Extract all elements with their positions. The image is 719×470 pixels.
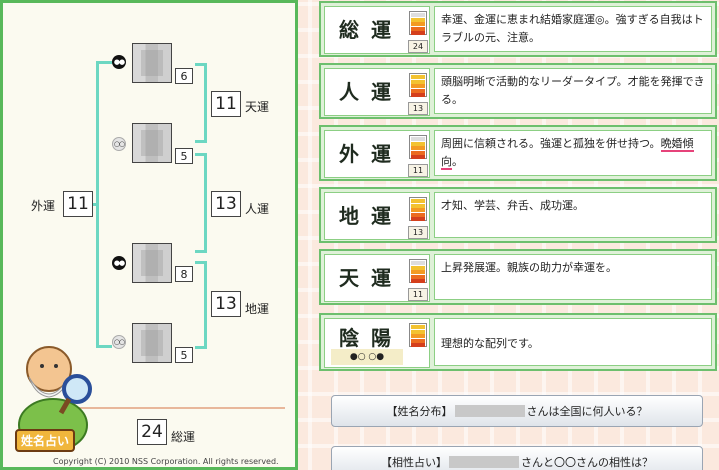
blurred-name (454, 405, 525, 417)
link-suffix: さんと〇〇さんの相性は？ (521, 456, 653, 469)
stroke-count-4: 5 (175, 347, 193, 363)
name-diagram-panel: ●● 6 ○○ 5 ●● 8 ○○ 5 外運 11 11 天運 13 人運 13… (0, 0, 298, 470)
fortune-desc: 頭脳明晰で活動的なリーダータイプ。才能を発揮できる。 (434, 68, 712, 114)
person-label: 人運 (245, 202, 270, 216)
fortune-head: 外運 11 (324, 130, 430, 178)
yang-face-icon: ○○ (112, 137, 126, 151)
person-value: 13 (211, 191, 241, 217)
fortune-number: 11 (408, 164, 428, 177)
earth-value: 13 (211, 291, 241, 317)
stroke-count-3: 8 (175, 266, 193, 282)
fortune-desc-tail: 。 (452, 155, 463, 168)
fortune-row-total: 総運 24 幸運、金運に恵まれ結婚家庭運◎。強すぎる自我はトラブルの元、注意。 (319, 1, 717, 57)
site-logo: 姓名占い (15, 429, 76, 452)
fortune-title: 外運 (339, 142, 403, 166)
fortune-number: 13 (408, 226, 428, 239)
person-bracket (195, 153, 207, 253)
heaven-value: 11 (211, 91, 241, 117)
link-prefix: 【相性占い】 (381, 456, 447, 469)
fortune-head: 総運 24 (324, 6, 430, 54)
surname-char-1 (132, 43, 172, 83)
fortune-desc: 幸運、金運に恵まれ結婚家庭運◎。強すぎる自我はトラブルの元、注意。 (434, 6, 712, 52)
fortune-number: 24 (408, 40, 428, 53)
surname-char-2 (132, 123, 172, 163)
earth-bracket (195, 261, 207, 349)
fortune-row-heaven: 天運 11 上昇発展運。親族の助力が幸運を。 (319, 249, 717, 305)
earth-label: 地運 (245, 302, 270, 316)
fortune-title: 陰陽 (339, 326, 403, 350)
fortune-head: 陰陽 ●○ ○● (324, 318, 430, 368)
copyright-text: Copyright (C) 2010 NSS Corporation. All … (53, 457, 279, 466)
outer-label: 外運 (31, 199, 56, 213)
yin-face-icon: ●● (112, 256, 126, 270)
yang-face-icon: ○○ (112, 335, 126, 349)
stroke-count-1: 6 (175, 68, 193, 84)
divider (77, 407, 285, 409)
total-value: 24 (137, 419, 167, 445)
given-char-2 (132, 323, 172, 363)
fortune-meter-icon (409, 11, 427, 35)
fortune-row-person: 人運 13 頭脳明晰で活動的なリーダータイプ。才能を発揮できる。 (319, 63, 717, 119)
fortune-meter-icon (409, 323, 427, 347)
fortune-head: 天運 11 (324, 254, 430, 302)
outer-value: 11 (63, 191, 93, 217)
fortune-row-yinyang: 陰陽 ●○ ○● 理想的な配列です。 (319, 313, 717, 371)
link-suffix: さんは全国に何人いる？ (526, 405, 648, 418)
fortune-head: 人運 13 (324, 68, 430, 116)
given-char-1 (132, 243, 172, 283)
fortune-meter-icon (409, 259, 427, 283)
outer-bracket (96, 61, 112, 348)
compatibility-link[interactable]: 【相性占い】 さんと〇〇さんの相性は？ (331, 446, 703, 470)
fortune-row-outer: 外運 11 周囲に信頼される。強運と孤独を併せ持つ。晩婚傾向。 (319, 125, 717, 181)
fortune-title: 総運 (339, 18, 403, 42)
blurred-name (449, 456, 519, 468)
name-distribution-link[interactable]: 【姓名分布】 さんは全国に何人いる？ (331, 395, 703, 427)
yin-face-icon: ●● (112, 55, 126, 69)
fortune-head: 地運 13 (324, 192, 430, 240)
fortune-desc: 才知、学芸、弁舌、成功運。 (434, 192, 712, 238)
fortune-meter-icon (409, 197, 427, 221)
fortune-title: 地運 (339, 204, 403, 228)
fortune-number: 13 (408, 102, 428, 115)
fortune-title: 天運 (339, 266, 403, 290)
fortune-desc-text: 周囲に信頼される。強運と孤独を併せ持つ。 (441, 137, 661, 150)
fortune-number: 11 (408, 288, 428, 301)
stroke-count-2: 5 (175, 148, 193, 164)
fortune-title: 人運 (339, 80, 403, 104)
fortune-desc: 周囲に信頼される。強運と孤独を併せ持つ。晩婚傾向。 (434, 130, 712, 176)
heaven-label: 天運 (245, 100, 270, 114)
fortune-meter-icon (409, 135, 427, 159)
total-label: 総運 (171, 430, 196, 444)
fortune-meter-icon (409, 73, 427, 97)
fortune-row-earth: 地運 13 才知、学芸、弁舌、成功運。 (319, 187, 717, 243)
yinyang-faces: ●○ ○● (331, 349, 403, 365)
fortune-desc: 上昇発展運。親族の助力が幸運を。 (434, 254, 712, 300)
link-prefix: 【姓名分布】 (386, 405, 453, 418)
fortune-desc: 理想的な配列です。 (434, 318, 712, 366)
heaven-bracket (195, 63, 207, 143)
